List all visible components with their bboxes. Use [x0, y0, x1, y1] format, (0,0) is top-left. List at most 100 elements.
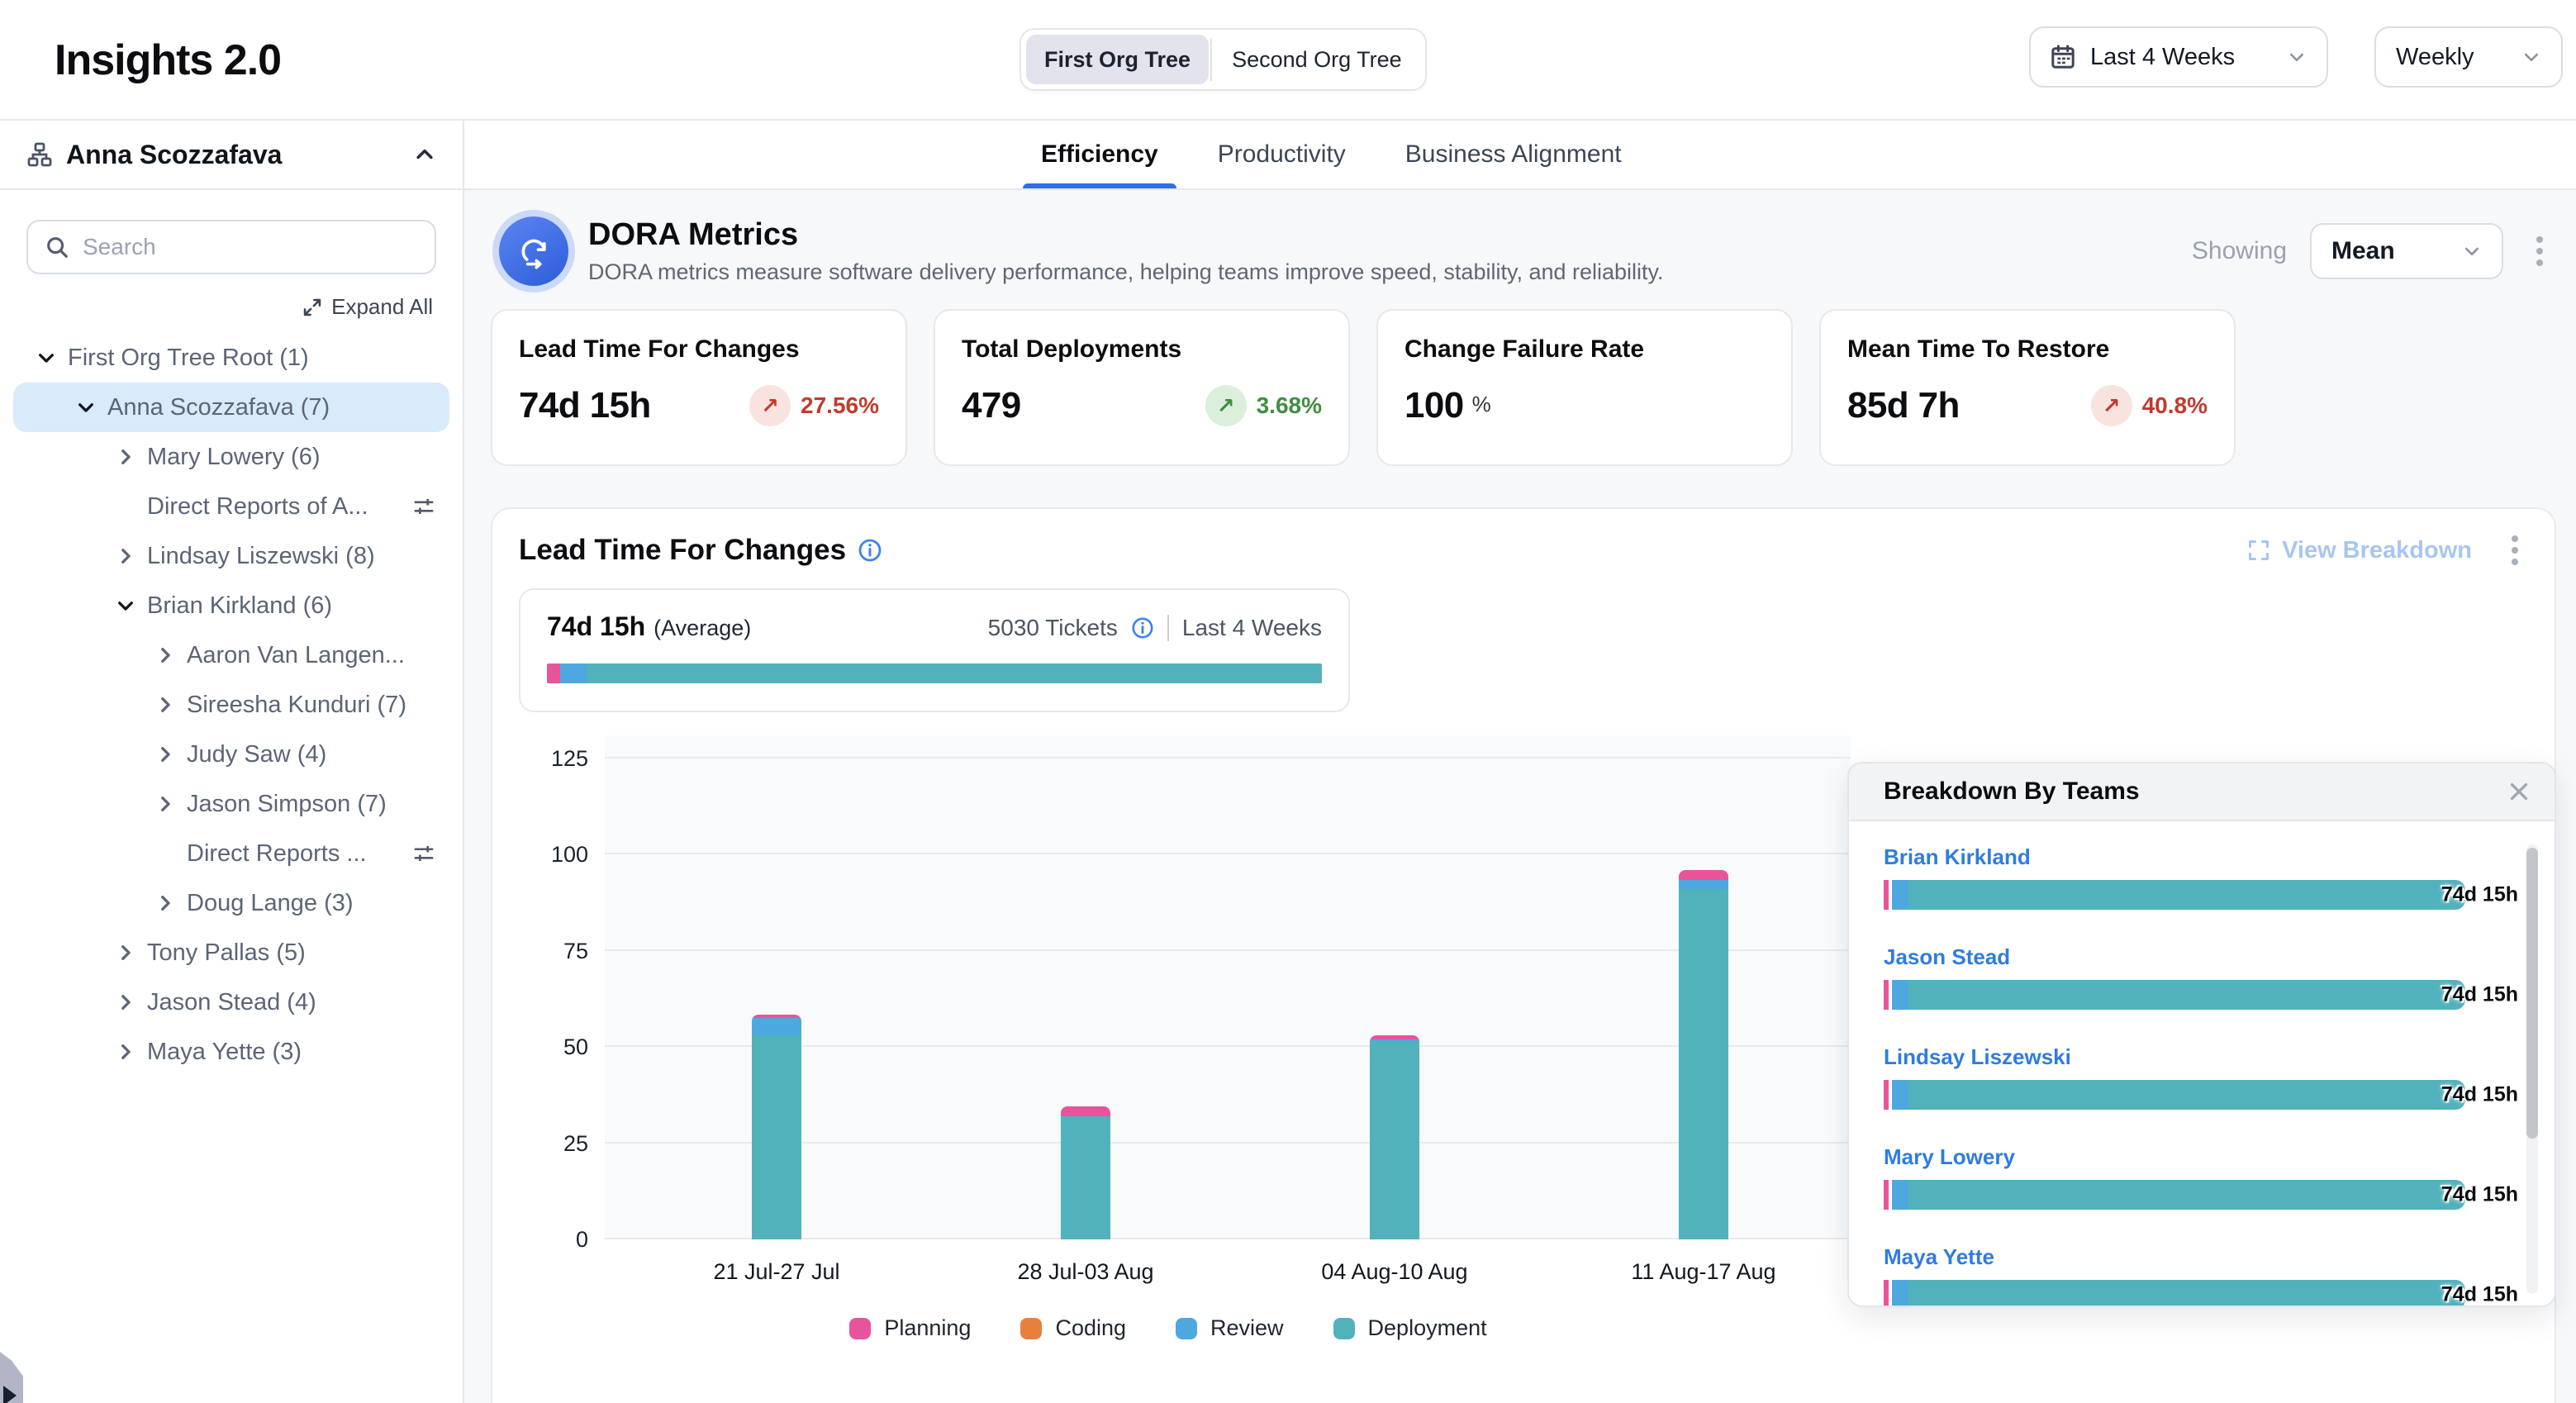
average-meta: 5030 Tickets Last 4 Weeks [988, 615, 1322, 641]
chevron-right-icon[interactable] [152, 642, 178, 668]
search-input[interactable] [83, 234, 418, 260]
tree-item-direct-reports-of-a[interactable]: Direct Reports of A... [13, 482, 449, 531]
legend-item-coding[interactable]: Coding [1020, 1315, 1126, 1341]
team-name-link[interactable]: Lindsay Liszewski [1884, 1044, 2465, 1070]
chevron-right-icon[interactable] [152, 791, 178, 817]
tree-item-label: Brian Kirkland (6) [147, 592, 332, 620]
tree-item-jason-stead-4[interactable]: Jason Stead (4) [13, 977, 449, 1027]
tree-item-lindsay-liszewski-8[interactable]: Lindsay Liszewski (8) [13, 531, 449, 581]
team-name-link[interactable]: Mary Lowery [1884, 1144, 2465, 1170]
dora-kebab-menu[interactable] [2526, 233, 2553, 269]
tree-item-mary-lowery-6[interactable]: Mary Lowery (6) [13, 432, 449, 482]
team-name-link[interactable]: Maya Yette [1884, 1244, 2465, 1270]
collapse-sidebar-chevron-up-icon[interactable] [413, 143, 436, 166]
view-breakdown-button[interactable]: View Breakdown [2247, 537, 2472, 564]
tree-item-maya-yette-3[interactable]: Maya Yette (3) [13, 1027, 449, 1077]
tree-item-judy-saw-4[interactable]: Judy Saw (4) [13, 730, 449, 779]
team-row-lindsay-liszewski: Lindsay Liszewski74d 15h [1884, 1044, 2465, 1110]
range-label: Last 4 Weeks [1182, 615, 1322, 641]
chart-legend: Planning Coding Review Deployment [519, 1315, 1818, 1341]
expand-all-row: Expand All [0, 274, 463, 330]
metric-delta: 40.8% [2142, 392, 2208, 419]
team-stacked-bar: 74d 15h [1884, 1280, 2465, 1307]
tab-productivity[interactable]: Productivity [1218, 121, 1346, 188]
info-icon[interactable] [858, 538, 882, 563]
tree-item-label: Judy Saw (4) [187, 741, 326, 768]
expand-all-icon [302, 297, 323, 318]
lead-time-kebab-menu[interactable] [2502, 532, 2528, 568]
chevron-down-icon[interactable] [73, 394, 99, 421]
team-stacked-bar: 74d 15h [1884, 980, 2465, 1010]
sidebar-collapse-flap[interactable] [0, 1352, 23, 1403]
tree-item-anna-scozzafava-7[interactable]: Anna Scozzafava (7) [13, 383, 449, 432]
team-row-maya-yette: Maya Yette 74d 15h [1884, 1244, 2465, 1307]
tree-item-jason-simpson-7[interactable]: Jason Simpson (7) [13, 779, 449, 829]
tree-item-label: Aaron Van Langen... [187, 642, 405, 669]
average-bar-segment-planning [547, 663, 560, 683]
chevron-right-icon[interactable] [112, 444, 139, 470]
date-range-dropdown[interactable]: Last 4 Weeks [2029, 26, 2328, 88]
chevron-right-icon[interactable] [112, 989, 139, 1015]
tab-efficiency[interactable]: Efficiency [1041, 121, 1158, 188]
close-icon[interactable] [2507, 779, 2531, 804]
legend-item-review[interactable]: Review [1176, 1315, 1284, 1341]
team-name-link[interactable]: Brian Kirkland [1884, 844, 2465, 870]
legend-item-deployment[interactable]: Deployment [1333, 1315, 1487, 1341]
toggle-second-org-tree[interactable]: Second Org Tree [1214, 35, 1420, 84]
chevron-right-icon[interactable] [152, 692, 178, 718]
average-value: 74d 15h [547, 611, 645, 642]
legend-swatch-review [1176, 1318, 1197, 1339]
legend-label: Deployment [1368, 1315, 1487, 1341]
tickets-info-icon[interactable] [1131, 616, 1154, 640]
tree-item-direct-reports[interactable]: Direct Reports ... [13, 829, 449, 878]
chevron-right-icon[interactable] [112, 939, 139, 966]
calendar-icon [2051, 45, 2075, 69]
breakdown-list: Brian Kirkland74d 15hJason Stead74d 15hL… [1849, 821, 2555, 1307]
tree-item-brian-kirkland-6[interactable]: Brian Kirkland (6) [13, 581, 449, 630]
tree-item-doug-lange-3[interactable]: Doug Lange (3) [13, 878, 449, 928]
filter-sliders-icon[interactable] [411, 841, 436, 866]
breakdown-scrollbar-thumb[interactable] [2526, 848, 2538, 1139]
chevron-right-icon[interactable] [152, 741, 178, 768]
chevron-right-icon[interactable] [112, 1039, 139, 1065]
filter-sliders-icon[interactable] [411, 494, 436, 519]
tree-item-label: Mary Lowery (6) [147, 444, 321, 471]
bar-28-jul-03-aug[interactable] [1061, 1106, 1110, 1239]
main-area: Efficiency Productivity Business Alignment… [464, 121, 2576, 1403]
chevron-right-icon[interactable] [152, 890, 178, 916]
tree-item-label: Direct Reports of A... [147, 493, 368, 521]
bar-04-aug-10-aug[interactable] [1370, 1035, 1419, 1239]
trend-up-arrow-icon: ↗ [749, 385, 791, 426]
content-area: DORA Metrics DORA metrics measure softwa… [464, 190, 2576, 1403]
tree-item-first-org-tree-root-1[interactable]: First Org Tree Root (1) [13, 333, 449, 383]
tree-item-aaron-van-langen[interactable]: Aaron Van Langen... [13, 630, 449, 680]
tree-item-label: Anna Scozzafava (7) [107, 394, 330, 421]
toggle-first-org-tree[interactable]: First Org Tree [1026, 35, 1209, 84]
bar-21-jul-27-jul[interactable] [752, 1015, 801, 1239]
toggle-divider [1210, 38, 1212, 81]
tree-item-tony-pallas-5[interactable]: Tony Pallas (5) [13, 928, 449, 977]
tree-item-sireesha-kunduri-7[interactable]: Sireesha Kunduri (7) [13, 680, 449, 730]
aggregation-select[interactable]: Mean [2310, 223, 2503, 279]
chevron-down-icon[interactable] [112, 592, 139, 619]
team-bar-deployment [1908, 980, 2465, 1010]
team-value: 74d 15h [2441, 1083, 2518, 1107]
sidebar-header: Anna Scozzafava [0, 121, 463, 190]
x-label-11-aug-17-aug: 11 Aug-17 Aug [1631, 1259, 1775, 1285]
metric-card-total-deployments: Total Deployments479↗3.68% [934, 309, 1350, 466]
expand-all-button[interactable]: Expand All [302, 294, 433, 320]
team-bar-review [1892, 1080, 1908, 1110]
tab-business-alignment[interactable]: Business Alignment [1405, 121, 1622, 188]
x-label-28-jul-03-aug: 28 Jul-03 Aug [1017, 1259, 1153, 1285]
tab-bar: Efficiency Productivity Business Alignment [464, 121, 2576, 190]
metric-trend-badge: ↗3.68% [1205, 385, 1322, 426]
legend-item-planning[interactable]: Planning [849, 1315, 971, 1341]
dora-titles: DORA Metrics DORA metrics measure softwa… [588, 217, 2172, 285]
team-bar-review [1892, 980, 1908, 1010]
bar-11-aug-17-aug[interactable] [1679, 870, 1728, 1239]
chevron-down-icon[interactable] [33, 345, 59, 371]
showing-controls: Showing Mean [2192, 223, 2553, 279]
granularity-dropdown[interactable]: Weekly [2374, 26, 2563, 88]
chevron-right-icon[interactable] [112, 543, 139, 569]
team-name-link[interactable]: Jason Stead [1884, 944, 2465, 970]
